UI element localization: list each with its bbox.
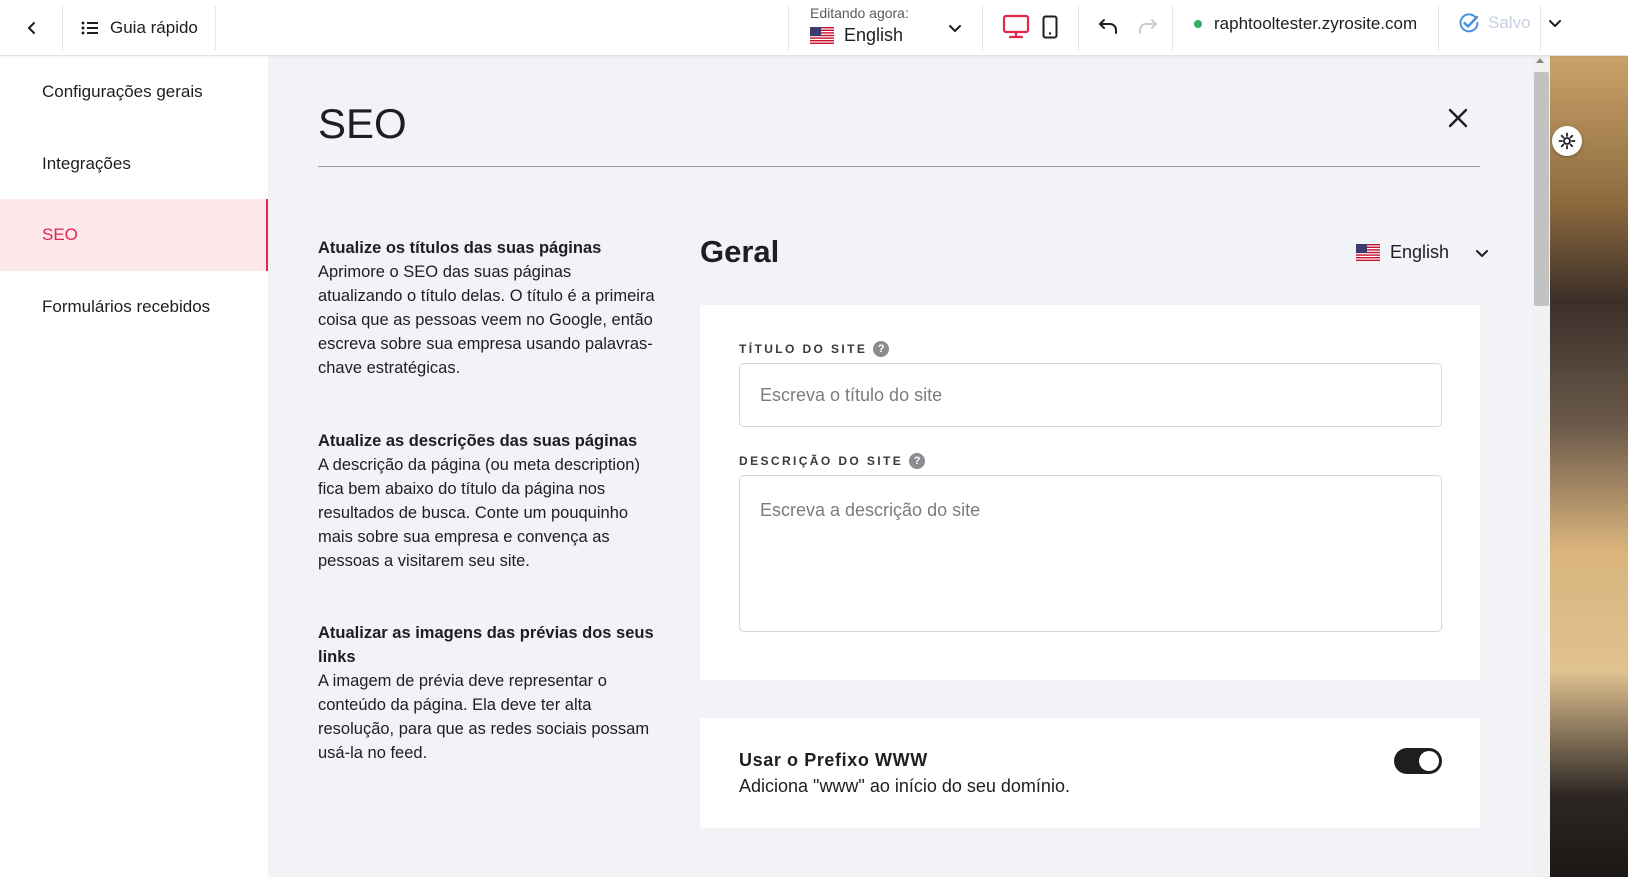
status-online-dot (1194, 20, 1202, 28)
www-prefix-card: Usar o Prefixo WWW Adiciona "www" ao iní… (700, 718, 1480, 828)
scroll-up-arrow-icon[interactable] (1536, 58, 1544, 63)
divider (982, 6, 983, 50)
us-flag-icon (1356, 244, 1380, 261)
divider (788, 6, 789, 50)
toggle-knob (1419, 751, 1439, 771)
redo-icon (1139, 19, 1157, 34)
chevron-down-icon[interactable] (1548, 16, 1562, 30)
divider (215, 6, 216, 50)
quick-guide-label: Guia rápido (110, 18, 198, 37)
sidebar-item-label: Formulários recebidos (42, 297, 211, 316)
site-description-label: Descrição do site ? (739, 453, 926, 469)
desktop-view-button[interactable] (1000, 11, 1032, 43)
divider (62, 6, 63, 50)
site-description-input[interactable] (739, 475, 1442, 632)
chevron-left-icon (28, 22, 35, 34)
editing-caption: Editando agora: (810, 5, 909, 21)
divider (1172, 6, 1173, 50)
sidebar-item-integrations[interactable]: Integrações (0, 128, 268, 200)
settings-sidebar: Configurações gerais Integrações SEO For… (0, 56, 268, 877)
mobile-icon (1042, 15, 1058, 39)
tip-page-descriptions: Atualize as descrições das suas páginas … (318, 429, 658, 573)
seo-panel: SEO Atualize os títulos das suas páginas… (268, 56, 1532, 877)
editing-language: English (810, 25, 903, 46)
question-icon[interactable]: ? (873, 341, 890, 357)
sidebar-item-seo[interactable]: SEO (0, 199, 268, 271)
tip-body: Aprimore o SEO das suas páginas atualiza… (318, 263, 655, 377)
undo-button[interactable] (1094, 11, 1122, 41)
tip-title: Atualizar as imagens das prévias dos seu… (318, 624, 654, 666)
editing-language-select[interactable]: Editando agora: English (810, 3, 970, 53)
site-title-label-text: Título do site (739, 342, 868, 356)
sidebar-item-label: Configurações gerais (42, 82, 203, 101)
tip-page-titles: Atualize os títulos das suas páginas Apr… (318, 236, 658, 380)
page-title: SEO (318, 100, 407, 147)
tip-title: Atualize as descrições das suas páginas (318, 432, 638, 450)
general-settings-card: Título do site ? Descrição do site ? (700, 305, 1480, 680)
site-url-label: raphtooltester.zyrosite.com (1214, 14, 1418, 33)
section-language-label: English (1390, 242, 1450, 262)
sidebar-item-general-settings[interactable]: Configurações gerais (0, 56, 268, 128)
redo-button[interactable] (1134, 11, 1162, 41)
section-language-select[interactable]: English (1356, 242, 1489, 263)
saved-status: Salvo (1458, 12, 1531, 34)
tip-title: Atualize os títulos das suas páginas (318, 239, 602, 257)
title-divider (318, 166, 1480, 167)
desktop-icon (1002, 14, 1030, 39)
mobile-view-button[interactable] (1038, 11, 1062, 43)
list-icon (81, 21, 98, 35)
tip-body: A imagem de prévia deve representar o co… (318, 672, 650, 762)
close-button[interactable] (1440, 100, 1476, 136)
undo-icon (1099, 19, 1117, 34)
divider (1540, 6, 1541, 50)
us-flag-icon (810, 27, 834, 44)
editing-language-label: English (844, 25, 904, 45)
www-prefix-toggle[interactable] (1394, 748, 1442, 774)
sidebar-item-label: SEO (42, 225, 78, 244)
section-title: Geral (700, 234, 780, 269)
top-bar: Guia rápido Editando agora: English raph… (0, 0, 1628, 56)
quick-guide-button[interactable]: Guia rápido (80, 10, 198, 46)
site-preview (1550, 56, 1628, 877)
saved-label: Salvo (1488, 13, 1531, 32)
site-title-input[interactable] (739, 363, 1442, 427)
tip-preview-images: Atualizar as imagens das prévias dos seu… (318, 621, 658, 765)
www-prefix-description: Adiciona "www" ao início do seu domínio. (739, 776, 1070, 796)
sidebar-item-received-forms[interactable]: Formulários recebidos (0, 271, 268, 343)
check-circle-icon (1459, 13, 1479, 33)
back-button[interactable] (12, 8, 52, 48)
chevron-down-icon (1476, 249, 1489, 257)
tip-body: A descrição da página (ou meta descripti… (318, 456, 640, 570)
site-title-label: Título do site ? (739, 341, 890, 357)
question-icon[interactable]: ? (909, 453, 926, 469)
scrollbar-thumb[interactable] (1534, 72, 1549, 306)
chevron-down-icon (949, 25, 961, 32)
www-prefix-title: Usar o Prefixo WWW (739, 750, 928, 770)
divider (1438, 6, 1439, 50)
sidebar-item-label: Integrações (42, 154, 131, 173)
site-url-link[interactable]: raphtooltester.zyrosite.com (1194, 14, 1417, 34)
divider (1078, 6, 1079, 50)
close-icon (1448, 108, 1468, 128)
site-description-label-text: Descrição do site (739, 454, 904, 468)
gear-icon (1558, 132, 1576, 150)
preview-settings-button[interactable] (1552, 126, 1582, 156)
